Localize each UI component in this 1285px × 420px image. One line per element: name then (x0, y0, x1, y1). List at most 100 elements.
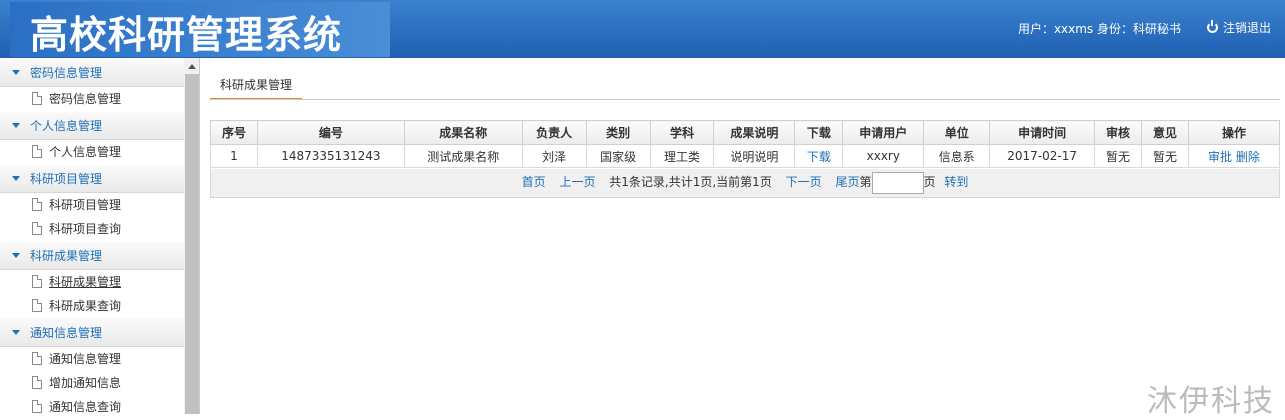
cell-category: 国家级 (586, 145, 650, 168)
menu-group-achievement[interactable]: 科研成果管理 (0, 241, 184, 270)
document-icon (32, 145, 42, 158)
column-header: 负责人 (522, 121, 586, 145)
sidebar-item-label: 通知信息查询 (49, 400, 121, 414)
document-icon (32, 376, 42, 389)
page-number-input[interactable] (872, 172, 924, 194)
cell-unit: 信息系 (924, 145, 990, 168)
column-header: 成果说明 (714, 121, 795, 145)
header: 高校科研管理系统 用户：xxxms 身份：科研秘书 注销退出 (0, 0, 1285, 58)
column-header: 序号 (211, 121, 258, 145)
cell-description: 说明说明 (714, 145, 795, 168)
sidebar-item-notice-add[interactable]: 增加通知信息 (0, 371, 184, 395)
menu-group-project[interactable]: 科研项目管理 (0, 164, 184, 193)
cell-code: 1487335131243 (257, 145, 404, 168)
menu-group-personal[interactable]: 个人信息管理 (0, 111, 184, 140)
next-page-link[interactable]: 下一页 (786, 175, 822, 189)
cell-download: 下载 (795, 145, 843, 168)
document-icon (32, 222, 42, 235)
sidebar-item-personal-manage[interactable]: 个人信息管理 (0, 140, 184, 164)
triangle-down-icon (12, 123, 20, 128)
sidebar-item-achievement-manage[interactable]: 科研成果管理 (0, 270, 184, 294)
user-info: 用户：xxxms 身份：科研秘书 (1018, 20, 1181, 37)
prev-page-link[interactable]: 上一页 (559, 175, 595, 189)
sidebar-item-label: 个人信息管理 (49, 145, 121, 159)
document-icon (32, 299, 42, 312)
table-header-row: 序号 编号 成果名称 负责人 类别 学科 成果说明 下载 申请用户 单位 申请时… (211, 121, 1280, 145)
sidebar-item-label: 科研成果查询 (49, 299, 121, 313)
sidebar-item-achievement-query[interactable]: 科研成果查询 (0, 294, 184, 318)
triangle-down-icon (12, 176, 20, 181)
column-header: 编号 (257, 121, 404, 145)
column-header: 类别 (586, 121, 650, 145)
logout-label: 注销退出 (1223, 21, 1271, 35)
page-prefix: 第 (860, 175, 872, 189)
sidebar-item-label: 科研项目查询 (49, 222, 121, 236)
column-header: 单位 (924, 121, 990, 145)
triangle-down-icon (12, 253, 20, 258)
cell-leader: 刘泽 (522, 145, 586, 168)
menu-group-notice[interactable]: 通知信息管理 (0, 318, 184, 347)
document-icon (32, 352, 42, 365)
download-link[interactable]: 下载 (807, 150, 831, 164)
sidebar-item-project-query[interactable]: 科研项目查询 (0, 217, 184, 241)
sidebar-menu: 密码信息管理 密码信息管理 个人信息管理 个人信息管理 科研项目管理 科研项目管… (0, 58, 184, 414)
tab-achievement-manage[interactable]: 科研成果管理 (210, 76, 302, 100)
scroll-up-arrow-icon[interactable] (188, 64, 196, 69)
column-header: 审核 (1095, 121, 1142, 145)
goto-page-link[interactable]: 转到 (944, 175, 968, 189)
menu-group-label: 个人信息管理 (30, 119, 102, 133)
document-icon (32, 198, 42, 211)
column-header: 意见 (1142, 121, 1189, 145)
pagination-bar: 首页 上一页 共1条记录,共计1页,当前第1页 下一页 尾页第 页 转到 (210, 169, 1280, 198)
sidebar-item-label: 增加通知信息 (49, 376, 121, 390)
sidebar-scrollbar[interactable] (184, 58, 200, 414)
triangle-down-icon (12, 330, 20, 335)
tab-divider (210, 99, 1280, 100)
cell-actions: 审批 删除 (1188, 145, 1279, 168)
cell-name: 测试成果名称 (404, 145, 522, 168)
delete-link[interactable]: 删除 (1236, 150, 1260, 164)
last-page-link[interactable]: 尾页 (836, 175, 860, 189)
achievement-table: 序号 编号 成果名称 负责人 类别 学科 成果说明 下载 申请用户 单位 申请时… (210, 120, 1280, 168)
column-header: 学科 (650, 121, 714, 145)
cell-opinion: 暂无 (1142, 145, 1189, 168)
column-header: 成果名称 (404, 121, 522, 145)
sidebar-item-label: 通知信息管理 (49, 352, 121, 366)
menu-group-label: 科研项目管理 (30, 172, 102, 186)
sidebar-item-label: 科研项目管理 (49, 198, 121, 212)
cell-seq: 1 (211, 145, 258, 168)
cell-user: xxxry (843, 145, 924, 168)
power-icon (1207, 22, 1218, 33)
cell-audit: 暂无 (1095, 145, 1142, 168)
sidebar-item-project-manage[interactable]: 科研项目管理 (0, 193, 184, 217)
column-header: 申请用户 (843, 121, 924, 145)
document-icon (32, 275, 42, 288)
menu-group-password[interactable]: 密码信息管理 (0, 58, 184, 87)
document-icon (32, 92, 42, 105)
logout-button[interactable]: 注销退出 (1207, 19, 1271, 36)
column-header: 操作 (1188, 121, 1279, 145)
sidebar-item-label: 密码信息管理 (49, 92, 121, 106)
cell-time: 2017-02-17 (990, 145, 1095, 168)
sidebar-item-notice-manage[interactable]: 通知信息管理 (0, 347, 184, 371)
column-header: 申请时间 (990, 121, 1095, 145)
sidebar: 密码信息管理 密码信息管理 个人信息管理 个人信息管理 科研项目管理 科研项目管… (0, 58, 200, 414)
sidebar-item-password-manage[interactable]: 密码信息管理 (0, 87, 184, 111)
triangle-down-icon (12, 70, 20, 75)
approve-link[interactable]: 审批 (1208, 150, 1232, 164)
pagination-summary: 共1条记录,共计1页,当前第1页 (609, 175, 772, 189)
document-icon (32, 400, 42, 413)
app-title: 高校科研管理系统 (30, 4, 342, 59)
menu-group-label: 密码信息管理 (30, 66, 102, 80)
menu-group-label: 科研成果管理 (30, 249, 102, 263)
first-page-link[interactable]: 首页 (522, 175, 546, 189)
sidebar-item-label: 科研成果管理 (49, 275, 121, 289)
page-suffix: 页 (924, 175, 936, 189)
menu-group-label: 通知信息管理 (30, 326, 102, 340)
table-row: 1 1487335131243 测试成果名称 刘泽 国家级 理工类 说明说明 下… (211, 145, 1280, 168)
watermark: 沐伊科技 (1147, 376, 1275, 420)
cell-subject: 理工类 (650, 145, 714, 168)
sidebar-item-notice-query[interactable]: 通知信息查询 (0, 395, 184, 414)
column-header: 下载 (795, 121, 843, 145)
scrollbar-thumb[interactable] (185, 74, 199, 414)
